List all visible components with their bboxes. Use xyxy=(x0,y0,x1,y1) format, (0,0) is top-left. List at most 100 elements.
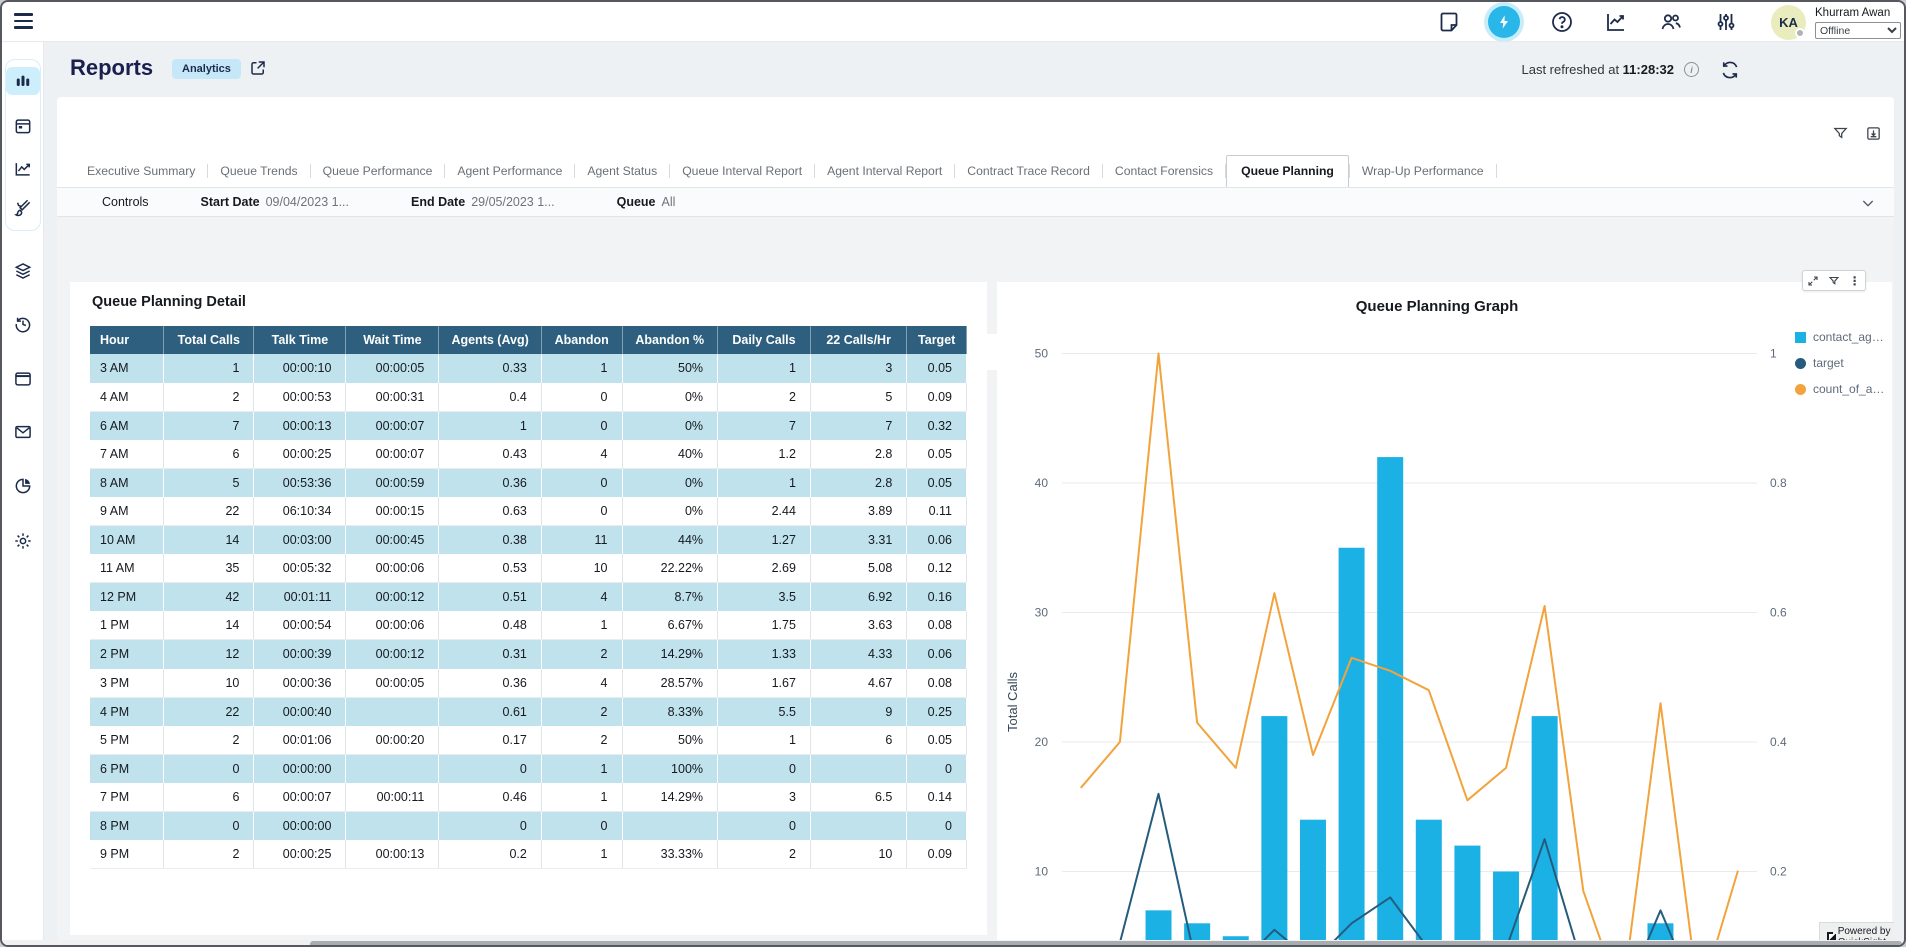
mail-icon xyxy=(13,422,33,442)
chevron-down-icon[interactable] xyxy=(1860,195,1876,211)
bar-10-am[interactable] xyxy=(1300,820,1326,940)
help-icon[interactable] xyxy=(1550,10,1574,34)
sidebar xyxy=(2,42,44,947)
column-header-total-calls[interactable]: Total Calls xyxy=(164,326,254,354)
column-header-agents-avg[interactable]: Agents (Avg) xyxy=(439,326,542,354)
dashboard-panel: Executive SummaryQueue TrendsQueue Perfo… xyxy=(57,97,1894,940)
table-cell: 11 AM xyxy=(90,554,164,583)
tab-executive-summary[interactable]: Executive Summary xyxy=(75,156,207,187)
table-cell: 1.33 xyxy=(718,640,811,669)
table-row: 7 AM600:00:2500:00:070.43440%1.22.80.05 xyxy=(90,440,967,469)
table-cell: 0 xyxy=(541,411,622,440)
table-cell: 3.63 xyxy=(810,611,906,640)
sidebar-item-layers[interactable] xyxy=(2,257,44,285)
control-label: Start Date xyxy=(201,195,260,209)
control-queue[interactable]: QueueAll xyxy=(617,195,676,209)
bar-11-am[interactable] xyxy=(1339,548,1365,940)
bar-6-am[interactable] xyxy=(1146,910,1172,940)
external-link-icon[interactable] xyxy=(249,59,267,77)
tab-queue-planning[interactable]: Queue Planning xyxy=(1226,155,1349,188)
table-cell: 00:00:15 xyxy=(346,497,439,526)
expand-icon[interactable] xyxy=(1807,275,1819,287)
table-cell xyxy=(810,754,906,783)
table-cell: 00:00:13 xyxy=(254,411,346,440)
control-end-date[interactable]: End Date29/05/2023 1... xyxy=(411,195,555,209)
filter-icon[interactable] xyxy=(1828,275,1840,287)
quick-actions-bolt-icon[interactable] xyxy=(1488,6,1520,38)
tab-wrap-up-performance[interactable]: Wrap-Up Performance xyxy=(1350,156,1496,187)
sidebar-item-window[interactable] xyxy=(2,365,44,393)
sidebar-item-mail[interactable] xyxy=(2,418,44,446)
tab-agent-status[interactable]: Agent Status xyxy=(575,156,669,187)
tab-agent-interval-report[interactable]: Agent Interval Report xyxy=(815,156,954,187)
tab-contact-forensics[interactable]: Contact Forensics xyxy=(1103,156,1225,187)
hamburger-menu-icon[interactable] xyxy=(14,13,33,30)
table-cell: 1 xyxy=(541,840,622,869)
table-cell: 1.2 xyxy=(718,440,811,469)
sidebar-item-design[interactable] xyxy=(2,195,44,223)
bar-1-pm[interactable] xyxy=(1416,820,1442,940)
column-header-wait-time[interactable]: Wait Time xyxy=(346,326,439,354)
sidebar-item-calendar[interactable] xyxy=(2,112,44,140)
sidebar-item-pie[interactable] xyxy=(2,472,44,500)
table-cell: 6 AM xyxy=(90,411,164,440)
table-cell: 3 PM xyxy=(90,669,164,698)
sidebar-item-history[interactable] xyxy=(2,310,44,338)
bar-12-pm[interactable] xyxy=(1377,457,1403,940)
table-cell: 7 xyxy=(164,411,254,440)
table-cell: 0% xyxy=(622,411,718,440)
sidebar-item-trends[interactable] xyxy=(2,155,44,183)
bar-2-pm[interactable] xyxy=(1454,846,1480,940)
table-cell: 3.5 xyxy=(718,583,811,612)
status-select[interactable]: Offline xyxy=(1815,22,1901,39)
table-cell: 00:00:07 xyxy=(346,411,439,440)
filter-icon[interactable] xyxy=(1832,125,1849,142)
table-cell: 0.11 xyxy=(907,497,967,526)
info-icon[interactable]: i xyxy=(1684,62,1699,77)
column-header-22-calls-hr[interactable]: 22 Calls/Hr xyxy=(810,326,906,354)
table-cell: 0.06 xyxy=(907,526,967,555)
table-cell: 0.31 xyxy=(439,640,542,669)
table-row: 2 PM1200:00:3900:00:120.31214.29%1.334.3… xyxy=(90,640,967,669)
bar-4-pm[interactable] xyxy=(1532,716,1558,940)
column-header-abandon[interactable]: Abandon xyxy=(541,326,622,354)
table-cell: 00:00:39 xyxy=(254,640,346,669)
refresh-icon[interactable] xyxy=(1720,60,1740,80)
table-cell: 1 xyxy=(718,468,811,497)
quicksight-badge[interactable]: Powered by QuickSight xyxy=(1819,922,1894,940)
kebab-menu-icon[interactable]: ⋮ xyxy=(1849,275,1861,287)
notes-icon[interactable] xyxy=(1437,10,1461,34)
bar-9-am[interactable] xyxy=(1261,716,1287,940)
users-icon[interactable] xyxy=(1659,10,1683,34)
sidebar-item-reports[interactable] xyxy=(6,67,40,95)
tab-agent-performance[interactable]: Agent Performance xyxy=(445,156,574,187)
control-start-date[interactable]: Start Date09/04/2023 1... xyxy=(201,195,349,209)
controls-filters: Start Date09/04/2023 1... End Date29/05/2… xyxy=(201,195,738,209)
column-header-daily-calls[interactable]: Daily Calls xyxy=(718,326,811,354)
metrics-icon[interactable] xyxy=(1604,10,1628,34)
line-series-count-of-a[interactable] xyxy=(1081,354,1737,941)
table-cell: 40% xyxy=(622,440,718,469)
column-header-target[interactable]: Target xyxy=(907,326,967,354)
tab-queue-performance[interactable]: Queue Performance xyxy=(311,156,445,187)
column-header-talk-time[interactable]: Talk Time xyxy=(254,326,346,354)
tab-queue-interval-report[interactable]: Queue Interval Report xyxy=(670,156,814,187)
export-icon[interactable] xyxy=(1865,125,1882,142)
horizontal-scrollbar[interactable] xyxy=(2,940,1906,947)
left-axis-tick: 10 xyxy=(1035,865,1049,879)
column-header-abandon[interactable]: Abandon % xyxy=(622,326,718,354)
table-cell: 0 xyxy=(439,754,542,783)
table-cell: 00:00:54 xyxy=(254,611,346,640)
table-cell: 0% xyxy=(622,383,718,412)
analytics-badge[interactable]: Analytics xyxy=(172,59,241,79)
sidebar-item-settings[interactable] xyxy=(2,527,44,555)
table-cell: 7 AM xyxy=(90,440,164,469)
tab-contract-trace-record[interactable]: Contract Trace Record xyxy=(955,156,1102,187)
bar-3-pm[interactable] xyxy=(1493,872,1519,941)
table-cell: 0.48 xyxy=(439,611,542,640)
horizontal-scrollbar-thumb[interactable] xyxy=(310,941,1902,947)
tab-queue-trends[interactable]: Queue Trends xyxy=(208,156,309,187)
table-cell xyxy=(622,812,718,841)
settings-sliders-icon[interactable] xyxy=(1714,10,1738,34)
column-header-hour[interactable]: Hour xyxy=(90,326,164,354)
